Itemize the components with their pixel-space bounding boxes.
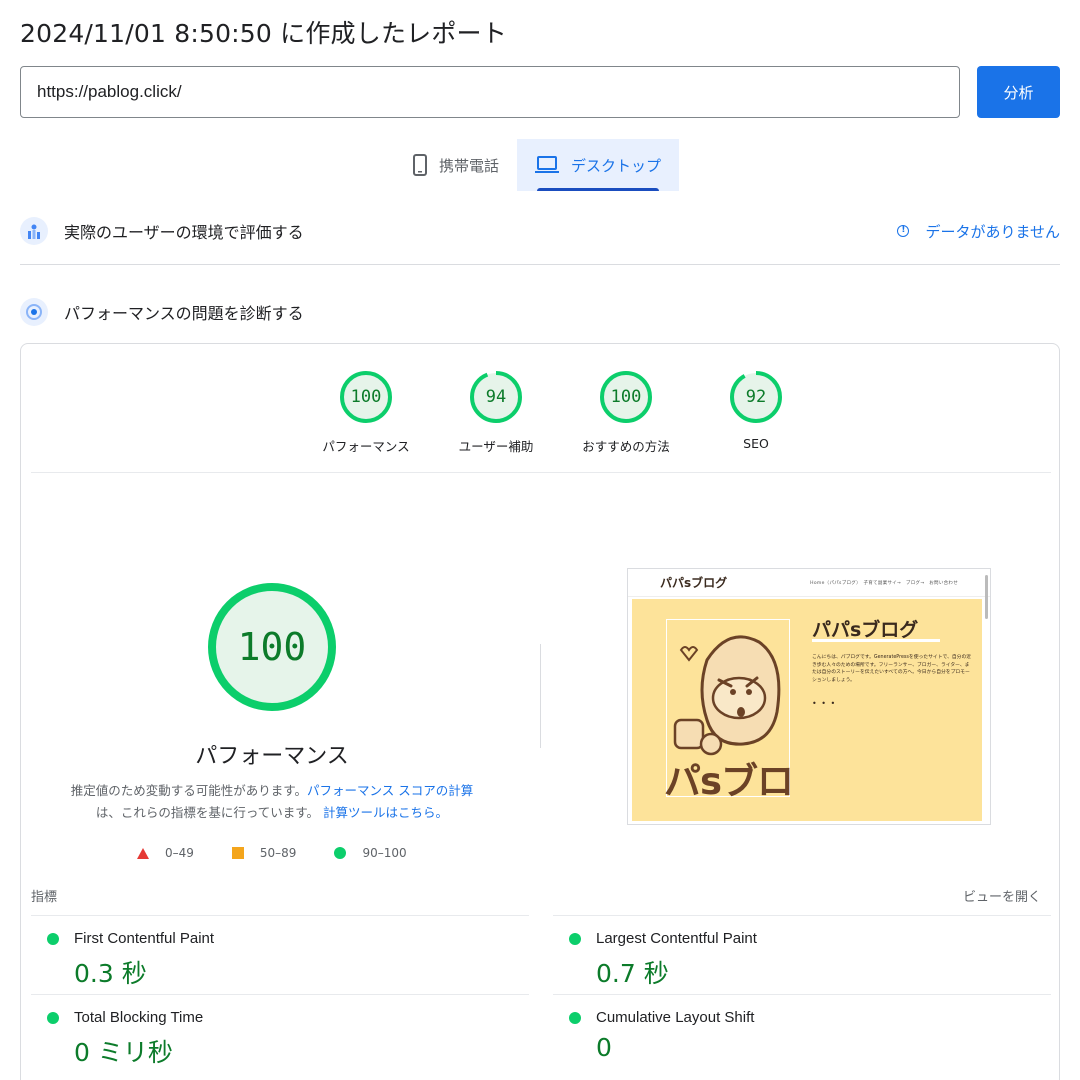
gauge-accessibility[interactable]: 94 ユーザー補助 [431,370,561,455]
score-label: おすすめの方法 [582,439,670,454]
metric-name: First Contentful Paint [74,930,215,947]
square-icon [231,847,244,859]
performance-title: パフォーマンス [195,744,349,769]
score-value: 100 [350,387,382,407]
performance-score: 100 [237,625,307,669]
score-value: 100 [610,387,642,407]
screenshot-nav: Home（パパsブログ） 子育て副業サイ→ ブログ→ お問い合わせ [810,580,958,586]
metric-name: Total Blocking Time [74,1009,204,1026]
circle-icon [569,1012,581,1024]
desktop-icon [535,156,560,174]
circle-icon [334,847,347,859]
screenshot-logo: パパsブログ [660,576,728,590]
analyze-button[interactable]: 分析 [977,66,1060,118]
screenshot-big-text: パsブロ [664,760,794,803]
field-data-label: 実際のユーザーの環境で評価する [64,223,304,242]
tab-mobile[interactable]: 携帯電話 [395,139,517,191]
tab-desktop[interactable]: デスクトップ [517,139,680,191]
note-prefix: 推定値のため変動する可能性があります。 [70,783,308,798]
metrics-label: 指標 [31,890,58,905]
score-label: パフォーマンス [322,439,410,454]
metric-lcp: Largest Contentful Paint 0.7 秒 [553,915,1051,995]
lighthouse-icon [20,298,48,326]
screenshot-hero: パパsブログ こんにちは、パブログです。GeneratePressを使ったサイト… [632,599,982,821]
diagnose-label: パフォーマンスの問題を診断する [64,304,304,323]
legend-range: 50–89 [259,846,297,860]
metric-value: 0 [596,1033,612,1062]
gauge-seo[interactable]: 92 SEO [691,370,821,455]
section-divider [20,264,1060,265]
metric-value: 0 ミリ秒 [74,1038,173,1067]
score-legend: 0–49 50–89 90–100 [137,846,445,860]
metric-value: 0.3 秒 [74,959,147,988]
circle-icon [569,933,581,945]
score-label: SEO [743,436,769,451]
users-chart-icon [20,217,48,245]
diagnose-header: パフォーマンスの問題を診断する [20,292,1060,332]
performance-note: 推定値のため変動する可能性があります。パフォーマンス スコアの計算 は、これらの… [51,780,493,824]
legend-range: 90–100 [362,846,407,860]
no-data-label: データがありません [925,222,1060,241]
screenshot-more: • • • [812,699,837,708]
metric-name: Cumulative Layout Shift [596,1009,755,1026]
report-title: 2024/11/01 8:50:50 に作成したレポート [20,19,507,48]
note-middle: は、これらの指標を基に行っています。 [95,805,320,820]
page-screenshot: パパsブログ Home（パパsブログ） 子育て副業サイ→ ブログ→ お問い合わせ… [627,568,991,825]
title-underline [812,639,940,642]
metric-value: 0.7 秒 [596,959,669,988]
screenshot-scrollbar [985,575,988,619]
screenshot-title: パパsブログ [812,619,919,641]
metric-name: Largest Contentful Paint [596,930,757,947]
metric-tbt: Total Blocking Time 0 ミリ秒 [31,994,529,1074]
metrics-header: 指標 ビューを開く [31,886,1041,905]
triangle-icon [137,847,149,859]
score-calc-link[interactable]: パフォーマンス スコアの計算 [307,783,473,798]
field-data-header: 実際のユーザーの環境で評価する ! データがありません [20,211,1060,251]
url-input[interactable] [20,66,960,118]
circle-icon [47,1012,59,1024]
phone-icon [413,154,427,176]
score-value: 94 [485,387,507,407]
screenshot-text: こんにちは、パブログです。GeneratePressを使ったサイトで、自分の近き… [812,655,972,683]
no-data-link[interactable]: ! データがありません [897,221,1060,242]
gauge-performance[interactable]: 100 パフォーマンス [301,370,431,455]
open-view-toggle[interactable]: ビューを開く [963,886,1041,905]
tab-desktop-label: デスクトップ [571,156,662,175]
card-divider [31,472,1051,473]
legend-average: 50–89 [231,846,297,860]
circle-icon [47,933,59,945]
calculator-link[interactable]: 計算ツールはこちら。 [323,805,448,820]
score-label: ユーザー補助 [458,439,534,454]
gauge-best-practices[interactable]: 100 おすすめの方法 [561,370,691,455]
url-bar: 分析 [20,66,1060,118]
score-gauges: 100 パフォーマンス 94 ユーザー補助 100 おすすめの方法 92 SEO [301,370,821,455]
info-icon: ! [897,225,910,237]
performance-gauge: 100 [207,582,337,712]
vertical-divider [540,644,541,748]
screenshot-header: パパsブログ Home（パパsブログ） 子育て副業サイ→ ブログ→ お問い合わせ [628,569,990,597]
tab-mobile-label: 携帯電話 [439,156,500,175]
device-tabs: 携帯電話 デスクトップ [395,139,680,191]
legend-range: 0–49 [165,846,194,860]
legend-pass: 90–100 [334,846,407,860]
legend-fail: 0–49 [137,846,194,860]
score-value: 92 [745,387,767,407]
metric-fcp: First Contentful Paint 0.3 秒 [31,915,529,995]
metric-cls: Cumulative Layout Shift 0 [553,994,1051,1074]
report-card: 100 パフォーマンス 94 ユーザー補助 100 おすすめの方法 92 SEO… [20,343,1060,1080]
